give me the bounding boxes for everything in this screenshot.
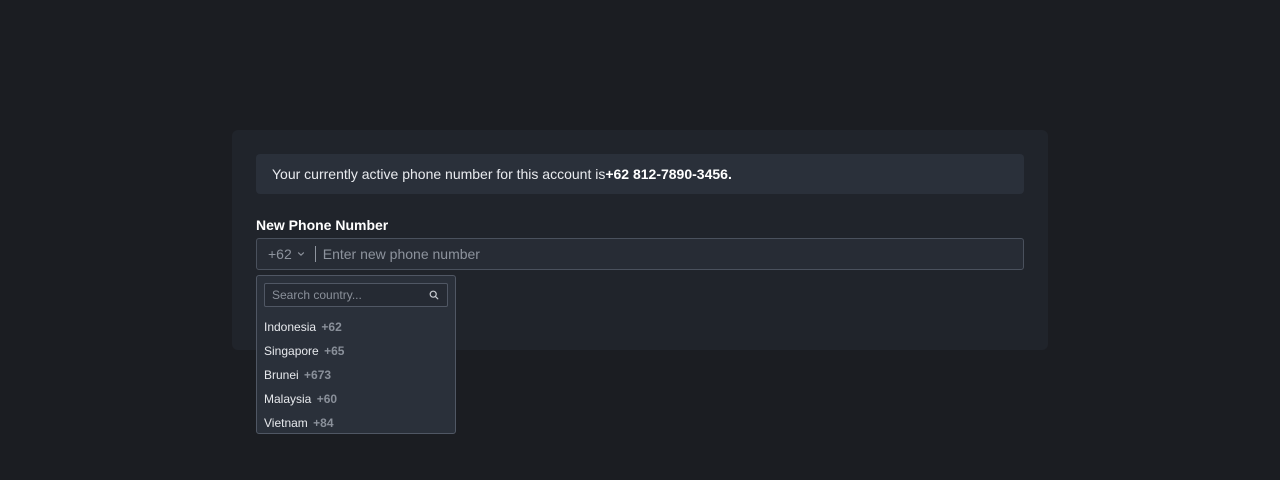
country-name: Malaysia <box>264 392 312 406</box>
current-phone-number: +62 812-7890-3456. <box>605 166 732 182</box>
country-name: Brunei <box>264 368 299 382</box>
country-option-malaysia[interactable]: Malaysia +60 <box>257 387 455 411</box>
country-code: +65 <box>324 344 345 358</box>
phone-input-group: +62 <box>256 238 1024 270</box>
country-list: Indonesia +62 Singapore +65 Brunei +673 … <box>257 315 455 435</box>
search-icon <box>429 290 439 300</box>
selected-country-code: +62 <box>268 246 292 262</box>
notice-text: Your currently active phone number for t… <box>272 166 606 182</box>
country-dropdown: Indonesia +62 Singapore +65 Brunei +673 … <box>256 275 456 434</box>
country-search-box <box>264 283 448 307</box>
country-name: Indonesia <box>264 320 317 334</box>
country-name: Vietnam <box>264 416 308 430</box>
current-phone-notice: Your currently active phone number for t… <box>256 154 1024 194</box>
country-code: +84 <box>313 416 334 430</box>
chevron-down-icon <box>297 250 305 258</box>
country-option-indonesia[interactable]: Indonesia +62 <box>257 315 455 339</box>
country-code: +62 <box>321 320 342 334</box>
country-option-vietnam[interactable]: Vietnam +84 <box>257 411 455 435</box>
country-name: Singapore <box>264 344 319 358</box>
new-phone-label: New Phone Number <box>256 217 389 233</box>
phone-number-input[interactable] <box>315 239 1023 269</box>
country-code: +60 <box>316 392 338 406</box>
country-option-singapore[interactable]: Singapore +65 <box>257 339 455 363</box>
country-code: +673 <box>304 368 332 382</box>
country-option-brunei[interactable]: Brunei +673 <box>257 363 455 387</box>
country-code-select[interactable]: +62 <box>257 239 315 269</box>
country-search-input[interactable] <box>265 284 429 306</box>
